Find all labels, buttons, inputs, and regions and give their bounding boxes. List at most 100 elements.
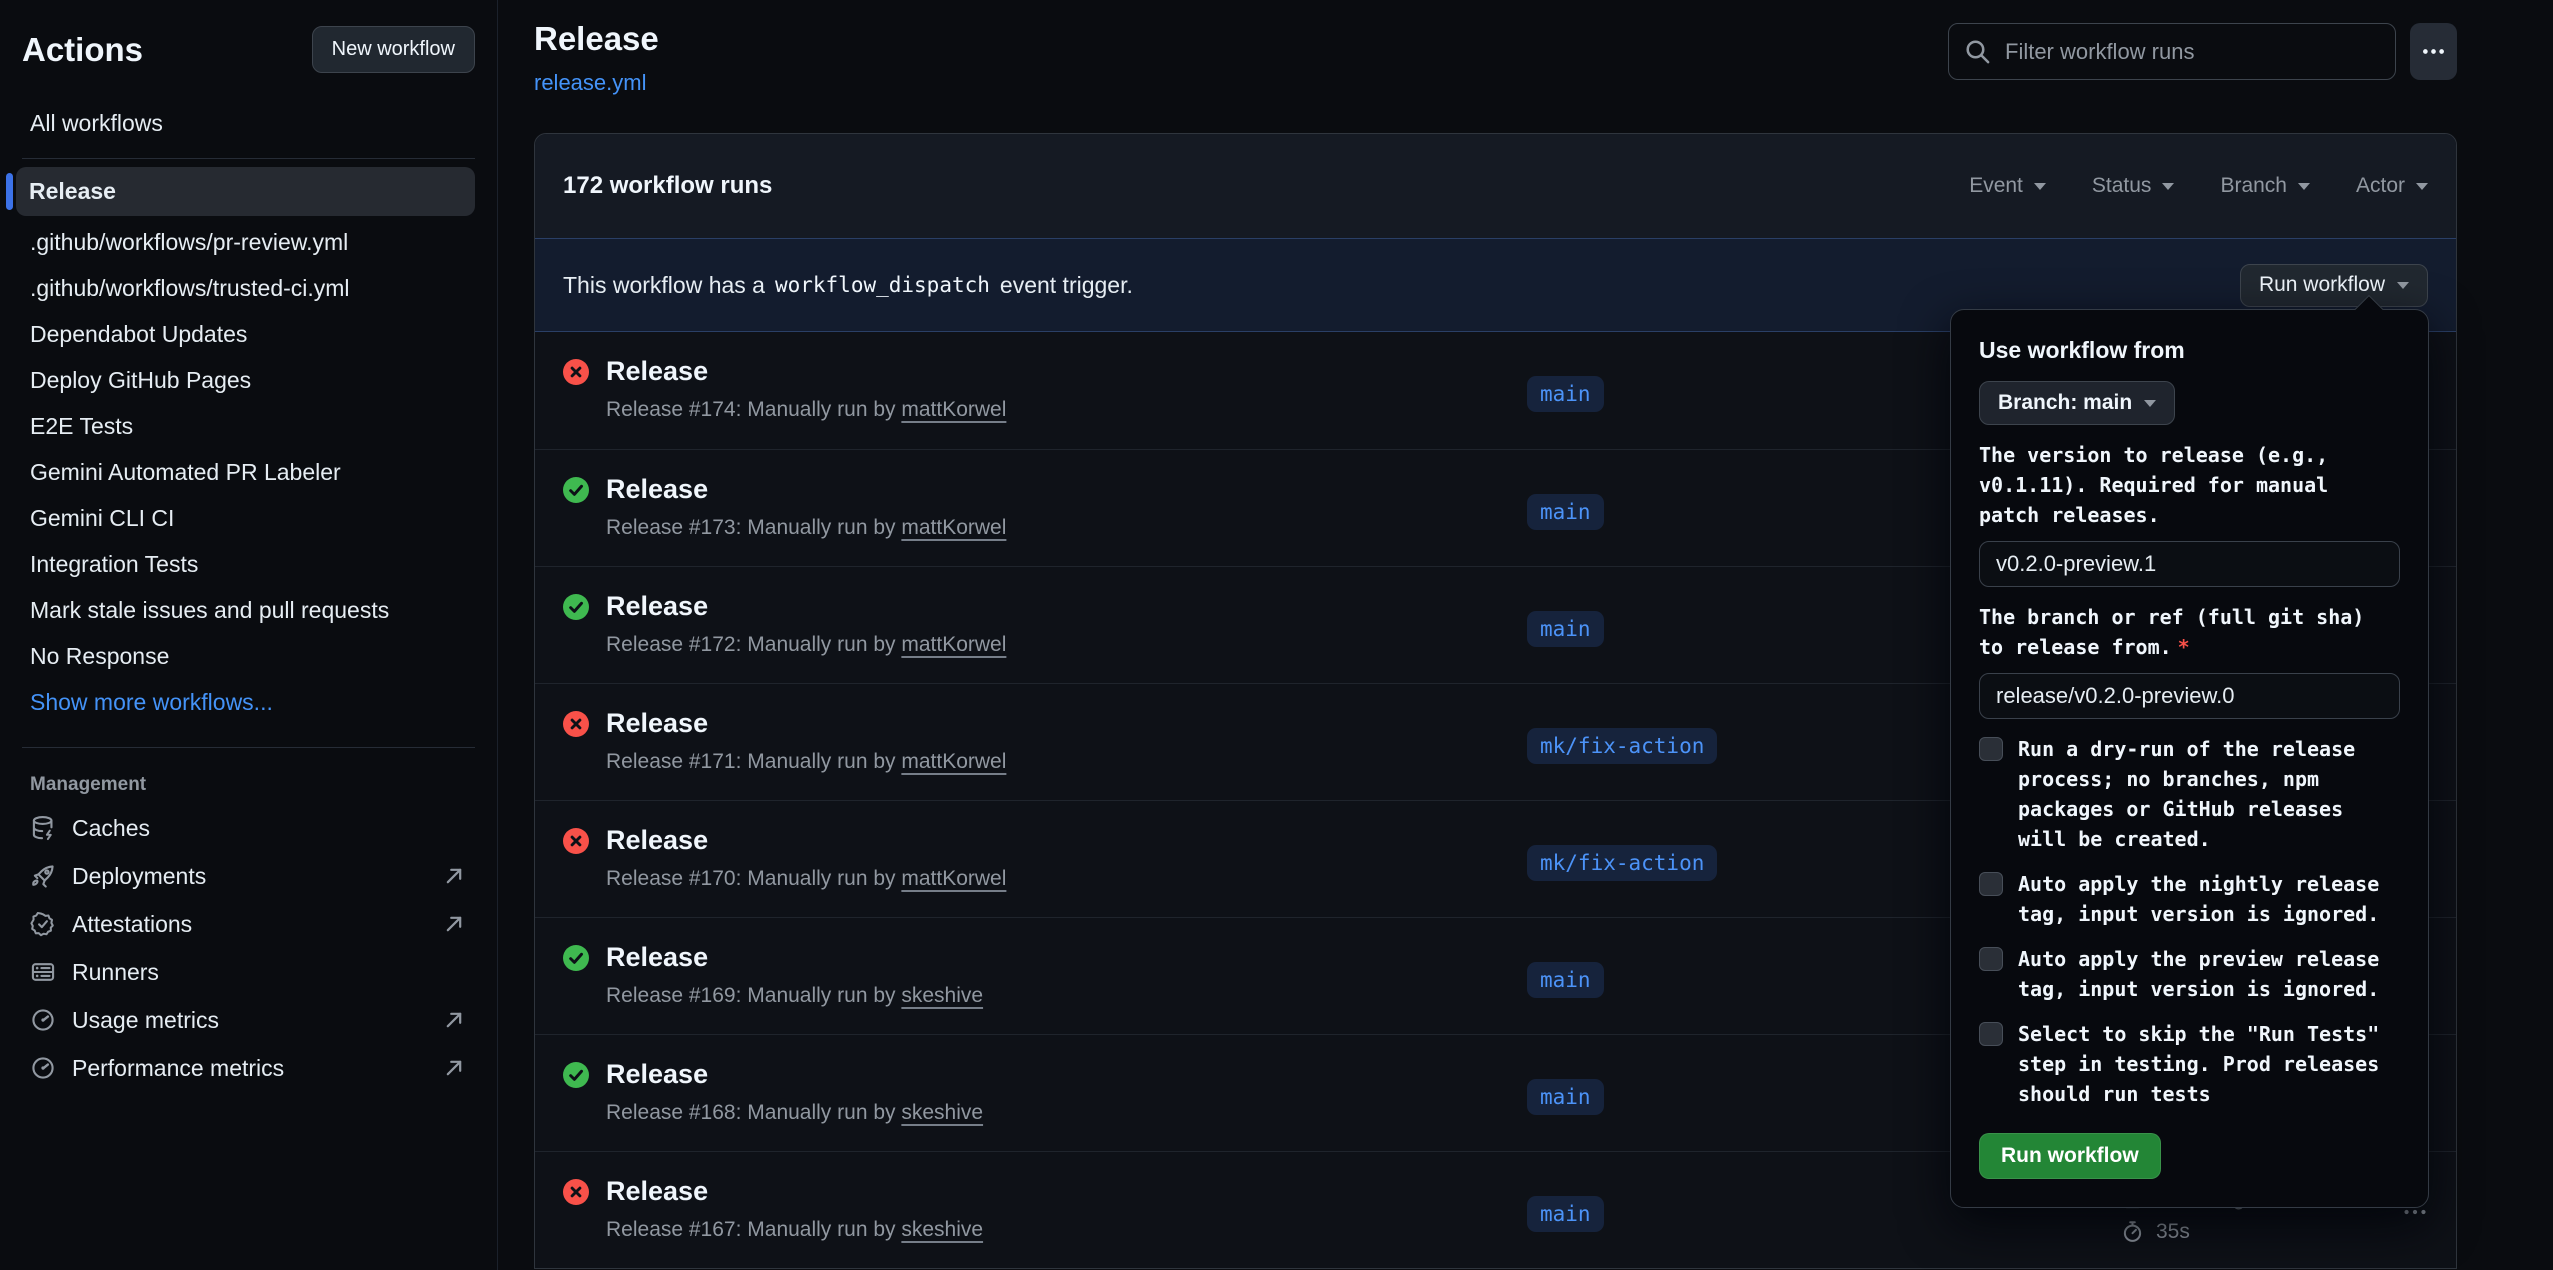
show-more-workflows-link[interactable]: Show more workflows... — [22, 679, 475, 725]
sidebar-workflow-item[interactable]: Dependabot Updates — [22, 311, 475, 357]
checkbox[interactable] — [1979, 1022, 2003, 1046]
new-workflow-button[interactable]: New workflow — [312, 26, 475, 73]
sidebar-management-item[interactable]: Usage metrics — [22, 996, 475, 1044]
sidebar-management-item[interactable]: Performance metrics — [22, 1044, 475, 1092]
sidebar-divider — [22, 747, 475, 748]
failure-icon — [563, 359, 589, 385]
sidebar-workflow-label: .github/workflows/pr-review.yml — [30, 229, 348, 256]
sidebar-management-item[interactable]: Caches — [22, 804, 475, 852]
branch-badge[interactable]: mk/fix-action — [1527, 728, 1717, 764]
run-description: Release #173: Manually run by mattKorwel — [606, 516, 1006, 540]
failure-icon — [563, 828, 589, 854]
branch-badge[interactable]: main — [1527, 962, 1604, 998]
run-actor-link[interactable]: mattKorwel — [901, 750, 1006, 773]
page-title: Release — [534, 20, 659, 58]
run-workflow-dropdown-button[interactable]: Run workflow — [2240, 264, 2428, 307]
success-icon — [563, 594, 589, 620]
sidebar-item-all-workflows[interactable]: All workflows — [22, 101, 475, 146]
checkbox[interactable] — [1979, 737, 2003, 761]
sidebar-workflow-label: E2E Tests — [30, 413, 133, 440]
cache-icon — [30, 815, 56, 841]
management-item-label: Caches — [72, 815, 150, 842]
run-description: Release #167: Manually run by skeshive — [606, 1218, 983, 1242]
sidebar: Actions New workflow All workflows Relea… — [0, 0, 498, 1270]
dialog-checkbox-row: Auto apply the nightly release tag, inpu… — [1979, 869, 2400, 929]
run-duration: 35s — [2156, 1220, 2190, 1244]
management-item-label: Deployments — [72, 863, 206, 890]
run-workflow-submit-button[interactable]: Run workflow — [1979, 1133, 2161, 1179]
branch-badge[interactable]: main — [1527, 376, 1604, 412]
failure-icon — [563, 1179, 589, 1205]
workflow-file-link[interactable]: release.yml — [534, 70, 646, 96]
filter-workflow-runs-input[interactable] — [1948, 23, 2396, 80]
checkbox-label: Auto apply the preview release tag, inpu… — [2018, 944, 2400, 1004]
failure-icon — [563, 711, 589, 737]
sidebar-workflow-item[interactable]: Mark stale issues and pull requests — [22, 587, 475, 633]
filter-branch[interactable]: Branch — [2220, 174, 2310, 198]
banner-code-workflow-dispatch: workflow_dispatch — [775, 273, 990, 297]
sidebar-workflow-item[interactable]: No Response — [22, 633, 475, 679]
dialog-title: Use workflow from — [1979, 337, 2400, 364]
sidebar-workflow-label: .github/workflows/trusted-ci.yml — [30, 275, 350, 302]
branch-badge[interactable]: mk/fix-action — [1527, 845, 1717, 881]
ref-input[interactable] — [1979, 673, 2400, 719]
run-title[interactable]: Release — [606, 1059, 983, 1090]
sidebar-workflow-item[interactable]: Deploy GitHub Pages — [22, 357, 475, 403]
run-title[interactable]: Release — [606, 356, 1006, 387]
run-title[interactable]: Release — [606, 474, 1006, 505]
run-actor-link[interactable]: mattKorwel — [901, 867, 1006, 890]
sidebar-management-item[interactable]: Attestations — [22, 900, 475, 948]
branch-badge[interactable]: main — [1527, 611, 1604, 647]
version-input-description: The version to release (e.g., v0.1.11). … — [1979, 440, 2400, 530]
run-actor-link[interactable]: mattKorwel — [901, 633, 1006, 656]
management-item-label: Usage metrics — [72, 1007, 219, 1034]
run-description: Release #170: Manually run by mattKorwel — [606, 867, 1006, 891]
run-actor-link[interactable]: skeshive — [901, 984, 983, 1007]
success-icon — [563, 945, 589, 971]
workflow-options-kebab-button[interactable] — [2410, 23, 2457, 80]
run-title[interactable]: Release — [606, 708, 1006, 739]
checkbox[interactable] — [1979, 872, 2003, 896]
caret-down-icon — [2162, 183, 2174, 190]
sidebar-workflow-item[interactable]: Gemini CLI CI — [22, 495, 475, 541]
sidebar-management-item[interactable]: Deployments — [22, 852, 475, 900]
sidebar-workflow-item[interactable]: .github/workflows/trusted-ci.yml — [22, 265, 475, 311]
run-title[interactable]: Release — [606, 825, 1006, 856]
checkbox-label: Select to skip the "Run Tests" step in t… — [2018, 1019, 2400, 1109]
branch-badge[interactable]: main — [1527, 1079, 1604, 1115]
branch-selector-button[interactable]: Branch: main — [1979, 381, 2175, 425]
sidebar-workflow-item[interactable]: E2E Tests — [22, 403, 475, 449]
version-input[interactable] — [1979, 541, 2400, 587]
run-actor-link[interactable]: mattKorwel — [901, 398, 1006, 421]
caret-down-icon — [2298, 183, 2310, 190]
checkbox-label: Run a dry-run of the release process; no… — [2018, 734, 2400, 854]
run-title[interactable]: Release — [606, 1176, 983, 1207]
caret-down-icon — [2144, 400, 2156, 407]
filter-status[interactable]: Status — [2092, 174, 2175, 198]
sidebar-workflow-item[interactable]: Gemini Automated PR Labeler — [22, 449, 475, 495]
search-icon — [1964, 38, 1991, 65]
run-actor-link[interactable]: skeshive — [901, 1218, 983, 1241]
filter-actor[interactable]: Actor — [2356, 174, 2428, 198]
sidebar-workflow-label: Dependabot Updates — [30, 321, 247, 348]
run-title[interactable]: Release — [606, 942, 983, 973]
branch-badge[interactable]: main — [1527, 494, 1604, 530]
run-title[interactable]: Release — [606, 591, 1006, 622]
meter-icon — [30, 1007, 56, 1033]
sidebar-workflow-item[interactable]: Integration Tests — [22, 541, 475, 587]
run-description: Release #168: Manually run by skeshive — [606, 1101, 983, 1125]
run-filters: Event Status Branch Actor — [1969, 174, 2428, 198]
filter-event[interactable]: Event — [1969, 174, 2046, 198]
external-link-icon — [443, 913, 465, 935]
run-actor-link[interactable]: mattKorwel — [901, 516, 1006, 539]
sidebar-title: Actions — [22, 31, 143, 69]
checkbox[interactable] — [1979, 947, 2003, 971]
sidebar-item-release-selected[interactable]: Release — [16, 167, 475, 216]
branch-badge[interactable]: main — [1527, 1196, 1604, 1232]
sidebar-management-item[interactable]: Runners — [22, 948, 475, 996]
management-item-label: Runners — [72, 959, 159, 986]
run-actor-link[interactable]: skeshive — [901, 1101, 983, 1124]
sidebar-workflow-item[interactable]: .github/workflows/pr-review.yml — [22, 219, 475, 265]
run-description: Release #174: Manually run by mattKorwel — [606, 398, 1006, 422]
sidebar-workflow-label: Deploy GitHub Pages — [30, 367, 251, 394]
